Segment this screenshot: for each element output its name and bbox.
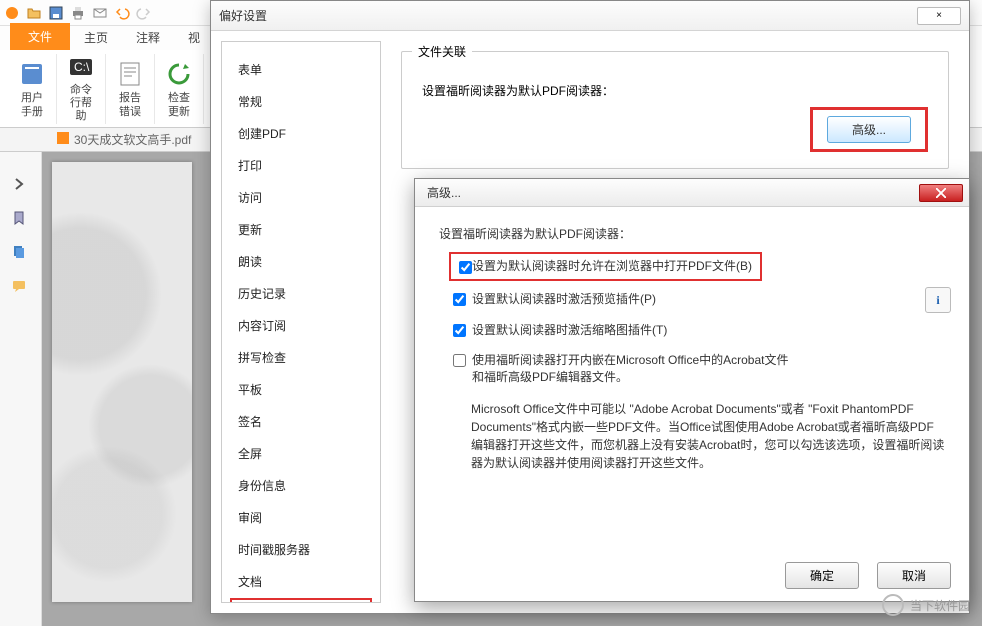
office-embed-description: Microsoft Office文件中可能以 "Adobe Acrobat Do… bbox=[471, 400, 945, 472]
redo-icon[interactable] bbox=[136, 5, 152, 21]
file-association-group: 文件关联 设置福昕阅读器为默认PDF阅读器： 高级... bbox=[401, 51, 949, 169]
prefs-sidebar-item[interactable]: 时间戳服务器 bbox=[230, 534, 372, 566]
watermark-text: 当下软件园 bbox=[910, 597, 970, 614]
prefs-sidebar-item[interactable]: 访问 bbox=[230, 182, 372, 214]
prefs-sidebar-item[interactable]: 审阅 bbox=[230, 502, 372, 534]
set-default-label: 设置福昕阅读器为默认PDF阅读器： bbox=[422, 82, 928, 99]
tab-home[interactable]: 主页 bbox=[70, 25, 122, 50]
app-logo-icon bbox=[4, 5, 20, 21]
prefs-sidebar-item[interactable]: 内容订阅 bbox=[230, 310, 372, 342]
pages-icon[interactable] bbox=[11, 244, 31, 264]
ribbon-user-manual[interactable]: 用户 手册 bbox=[8, 54, 57, 124]
advanced-titlebar[interactable]: 高级... bbox=[415, 179, 969, 207]
advanced-section-label: 设置福昕阅读器为默认PDF阅读器： bbox=[439, 225, 945, 242]
checkbox-browser-open-label: 设置为默认阅读器时允许在浏览器中打开PDF文件(B) bbox=[472, 258, 752, 275]
prefs-sidebar-item[interactable]: 全屏 bbox=[230, 438, 372, 470]
document-tab-label: 30天成文软文高手.pdf bbox=[74, 131, 191, 148]
checkbox-office-embed[interactable] bbox=[453, 354, 466, 367]
watermark: 当下软件园 bbox=[882, 594, 970, 616]
checkbox-preview-plugin-label: 设置默认阅读器时激活预览插件(P) bbox=[472, 291, 656, 308]
checkbox-thumbnail-plugin-label: 设置默认阅读器时激活缩略图插件(T) bbox=[472, 322, 667, 339]
advanced-button-highlight: 高级... bbox=[810, 107, 928, 152]
checkbox-highlight-1: 设置为默认阅读器时允许在浏览器中打开PDF文件(B) bbox=[453, 256, 758, 277]
ribbon-report-error[interactable]: 报告 错误 bbox=[106, 54, 155, 124]
advanced-footer: 确定 取消 bbox=[785, 562, 951, 589]
prefs-sidebar-item[interactable]: 签名 bbox=[230, 406, 372, 438]
pdf-icon bbox=[56, 131, 70, 148]
advanced-title: 高级... bbox=[421, 184, 461, 201]
terminal-icon: C:\ bbox=[65, 54, 97, 82]
bookmark-icon[interactable] bbox=[11, 210, 31, 230]
prefs-sidebar-item[interactable]: 平板 bbox=[230, 374, 372, 406]
refresh-icon bbox=[163, 58, 195, 90]
document-page bbox=[52, 162, 192, 602]
info-icon[interactable]: i bbox=[925, 287, 951, 313]
advanced-button[interactable]: 高级... bbox=[827, 116, 911, 143]
report-icon bbox=[114, 58, 146, 90]
prefs-sidebar-item[interactable]: 文档 bbox=[230, 566, 372, 598]
app-window: 文件 主页 注释 视 用户 手册 C:\ 命令 行帮 助 报告 错误 检查 更新… bbox=[0, 0, 982, 626]
expand-icon[interactable] bbox=[11, 176, 31, 196]
checkbox-thumbnail-plugin[interactable] bbox=[453, 324, 466, 337]
print-icon[interactable] bbox=[70, 5, 86, 21]
prefs-sidebar-item[interactable]: 朗读 bbox=[230, 246, 372, 278]
prefs-sidebar-item[interactable]: 表单 bbox=[230, 54, 372, 86]
comments-icon[interactable] bbox=[11, 278, 31, 298]
prefs-sidebar-item[interactable]: 文件关联 bbox=[230, 598, 372, 603]
tab-view[interactable]: 视 bbox=[174, 25, 214, 50]
svg-text:C:\: C:\ bbox=[74, 60, 90, 74]
email-icon[interactable] bbox=[92, 5, 108, 21]
checkbox-preview-plugin[interactable] bbox=[453, 293, 466, 306]
checkbox-office-embed-label: 使用福昕阅读器打开内嵌在Microsoft Office中的Acrobat文件 … bbox=[472, 352, 789, 386]
checkbox-browser-open[interactable] bbox=[459, 260, 472, 275]
save-icon[interactable] bbox=[48, 5, 64, 21]
prefs-sidebar-item[interactable]: 身份信息 bbox=[230, 470, 372, 502]
open-icon[interactable] bbox=[26, 5, 42, 21]
tab-comment[interactable]: 注释 bbox=[122, 25, 174, 50]
ribbon-check-update[interactable]: 检查 更新 bbox=[155, 54, 204, 124]
ok-button[interactable]: 确定 bbox=[785, 562, 859, 589]
side-panel-strip bbox=[0, 152, 42, 626]
preferences-titlebar[interactable]: 偏好设置 × bbox=[211, 1, 969, 31]
advanced-body: 设置福昕阅读器为默认PDF阅读器： 设置为默认阅读器时允许在浏览器中打开PDF文… bbox=[415, 207, 969, 498]
prefs-sidebar-item[interactable]: 拼写检查 bbox=[230, 342, 372, 374]
prefs-sidebar-item[interactable]: 更新 bbox=[230, 214, 372, 246]
cancel-button[interactable]: 取消 bbox=[877, 562, 951, 589]
preferences-sidebar[interactable]: 表单常规创建PDF打印访问更新朗读历史记录内容订阅拼写检查平板签名全屏身份信息审… bbox=[221, 41, 381, 603]
preferences-title: 偏好设置 bbox=[219, 7, 267, 24]
prefs-sidebar-item[interactable]: 创建PDF bbox=[230, 118, 372, 150]
watermark-logo-icon bbox=[882, 594, 904, 616]
preferences-close-button[interactable]: × bbox=[917, 7, 961, 25]
tab-file[interactable]: 文件 bbox=[10, 23, 70, 50]
advanced-dialog: 高级... 设置福昕阅读器为默认PDF阅读器： 设置为默认阅读器时允许在浏览器中… bbox=[414, 178, 970, 602]
document-tab[interactable]: 30天成文软文高手.pdf bbox=[48, 129, 199, 150]
advanced-close-button[interactable] bbox=[919, 184, 963, 202]
prefs-sidebar-item[interactable]: 常规 bbox=[230, 86, 372, 118]
ribbon-cmd-help[interactable]: C:\ 命令 行帮 助 bbox=[57, 54, 106, 124]
prefs-sidebar-item[interactable]: 历史记录 bbox=[230, 278, 372, 310]
prefs-sidebar-item[interactable]: 打印 bbox=[230, 150, 372, 182]
groupbox-title: 文件关联 bbox=[412, 43, 472, 60]
book-icon bbox=[16, 58, 48, 90]
undo-icon[interactable] bbox=[114, 5, 130, 21]
